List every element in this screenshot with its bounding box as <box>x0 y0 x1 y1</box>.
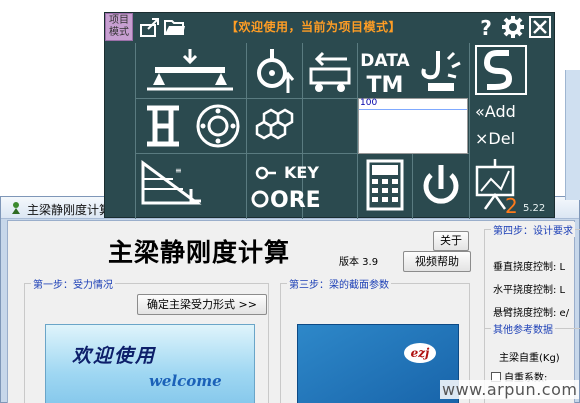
horizontal-deflection-label: 水平挠度控制: L <box>493 285 566 296</box>
rail-curve-icon[interactable] <box>473 43 529 97</box>
project-text-area[interactable]: 100 <box>358 98 468 154</box>
svg-text:?: ? <box>480 16 492 39</box>
svg-text:ORE: ORE <box>270 188 321 213</box>
about-button[interactable]: 关于 <box>433 231 469 251</box>
grid-divider <box>135 43 136 219</box>
step4-group: 第四步：设计要求 垂直挠度控制: L 水平挠度控制: L 悬臂挠度控制: e/ <box>484 222 580 329</box>
power-timer-icon[interactable] <box>414 155 468 217</box>
trolley-move-icon[interactable] <box>303 45 356 97</box>
delete-button[interactable]: ×Del <box>475 129 515 148</box>
beam-stiffness-window: 主梁静刚度计算 主梁静刚度计算 版本 3.9 关于 视频帮助 第一步：受力情况 … <box>0 196 580 403</box>
settings-gear-icon[interactable] <box>501 15 525 39</box>
text-area-rule <box>359 109 467 110</box>
svg-text:KEY: KEY <box>284 163 319 182</box>
presentation-chart-icon[interactable]: 2 <box>471 155 521 217</box>
step4-legend: 第四步：设计要求 <box>491 222 575 237</box>
page-title: 主梁静刚度计算 <box>108 238 291 267</box>
svg-text:2: 2 <box>505 194 518 217</box>
svg-text:TM: TM <box>367 73 404 97</box>
calculator-icon[interactable] <box>358 155 412 217</box>
cantilever-deflection-label: 悬臂挠度控制: e/ <box>493 308 570 319</box>
version-label: 版本 3.9 <box>339 257 379 268</box>
toolbar-version: 5.22 <box>523 203 546 214</box>
grid-divider <box>135 98 357 99</box>
window-title: 主梁静刚度计算 <box>27 203 112 217</box>
open-folder-icon[interactable] <box>163 15 187 39</box>
add-del-panel: «Add ×Del <box>473 98 523 154</box>
step1-legend: 第一步：受力情况 <box>31 276 115 291</box>
ezj-logo: ezj <box>404 343 436 363</box>
help-icon[interactable]: ? <box>474 15 498 39</box>
floating-toolbar: 项目 模式 【欢迎使用，当前为项目模式】 ? DATA TM 100 «Add … <box>104 12 556 219</box>
svg-text:DATA: DATA <box>360 51 410 71</box>
site-watermark: www.arpun.com <box>440 380 580 399</box>
project-mode-badge[interactable]: 项目 模式 <box>105 13 133 41</box>
svg-text:≡: ≡ <box>175 166 182 175</box>
confirm-force-type-button[interactable]: 确定主梁受力形式 >> <box>137 294 267 315</box>
wheel-flange-icon[interactable] <box>191 100 245 152</box>
data-tm-icon[interactable]: DATA TM <box>358 45 413 97</box>
other-reference-legend: 其他参考数据 <box>491 321 555 336</box>
key-core-icon[interactable]: KEY ORE <box>248 155 356 217</box>
mode-banner: 【欢迎使用，当前为项目模式】 <box>226 20 402 34</box>
welcome-chinese-text: 欢迎使用 <box>72 345 157 367</box>
screen: 主梁静刚度计算 主梁静刚度计算 版本 3.9 关于 视频帮助 第一步：受力情况 … <box>0 0 580 403</box>
welcome-english-text: welcome <box>149 372 222 390</box>
beam-load-icon[interactable] <box>137 45 244 97</box>
deflection-ruler-icon[interactable]: ≡ <box>137 155 245 217</box>
hook-load-icon[interactable] <box>414 45 468 97</box>
project-mode-label: 项目 模式 <box>109 15 129 38</box>
close-icon[interactable] <box>528 15 552 39</box>
section-parameter-image: ezj <box>297 324 459 403</box>
background-window-edge <box>565 70 580 200</box>
step1-group: 第一步：受力情况 确定主梁受力形式 >> 欢迎使用 welcome <box>24 276 269 403</box>
hexagon-cells-icon[interactable] <box>248 100 356 152</box>
window-client-area: 主梁静刚度计算 版本 3.9 关于 视频帮助 第一步：受力情况 确定主梁受力形式… <box>7 220 580 403</box>
grid-divider <box>469 43 470 219</box>
add-button[interactable]: «Add <box>475 102 516 121</box>
step3-legend: 第三步：梁的截面参数 <box>287 276 391 291</box>
text-area-value: 100 <box>360 98 378 108</box>
app-icon <box>12 202 20 214</box>
lifting-hook-icon[interactable] <box>248 45 301 97</box>
vertical-deflection-label: 垂直挠度控制: L <box>493 262 566 273</box>
grid-divider <box>246 43 247 219</box>
video-help-button[interactable]: 视频帮助 <box>403 251 471 272</box>
welcome-image: 欢迎使用 welcome <box>45 324 255 403</box>
toolbar-top-row: 项目 模式 【欢迎使用，当前为项目模式】 ? <box>105 13 556 43</box>
section-frame-icon[interactable] <box>137 100 189 152</box>
self-weight-label: 主梁自重(Kg) <box>499 353 560 364</box>
grid-divider <box>412 153 413 219</box>
export-icon[interactable] <box>138 15 162 39</box>
